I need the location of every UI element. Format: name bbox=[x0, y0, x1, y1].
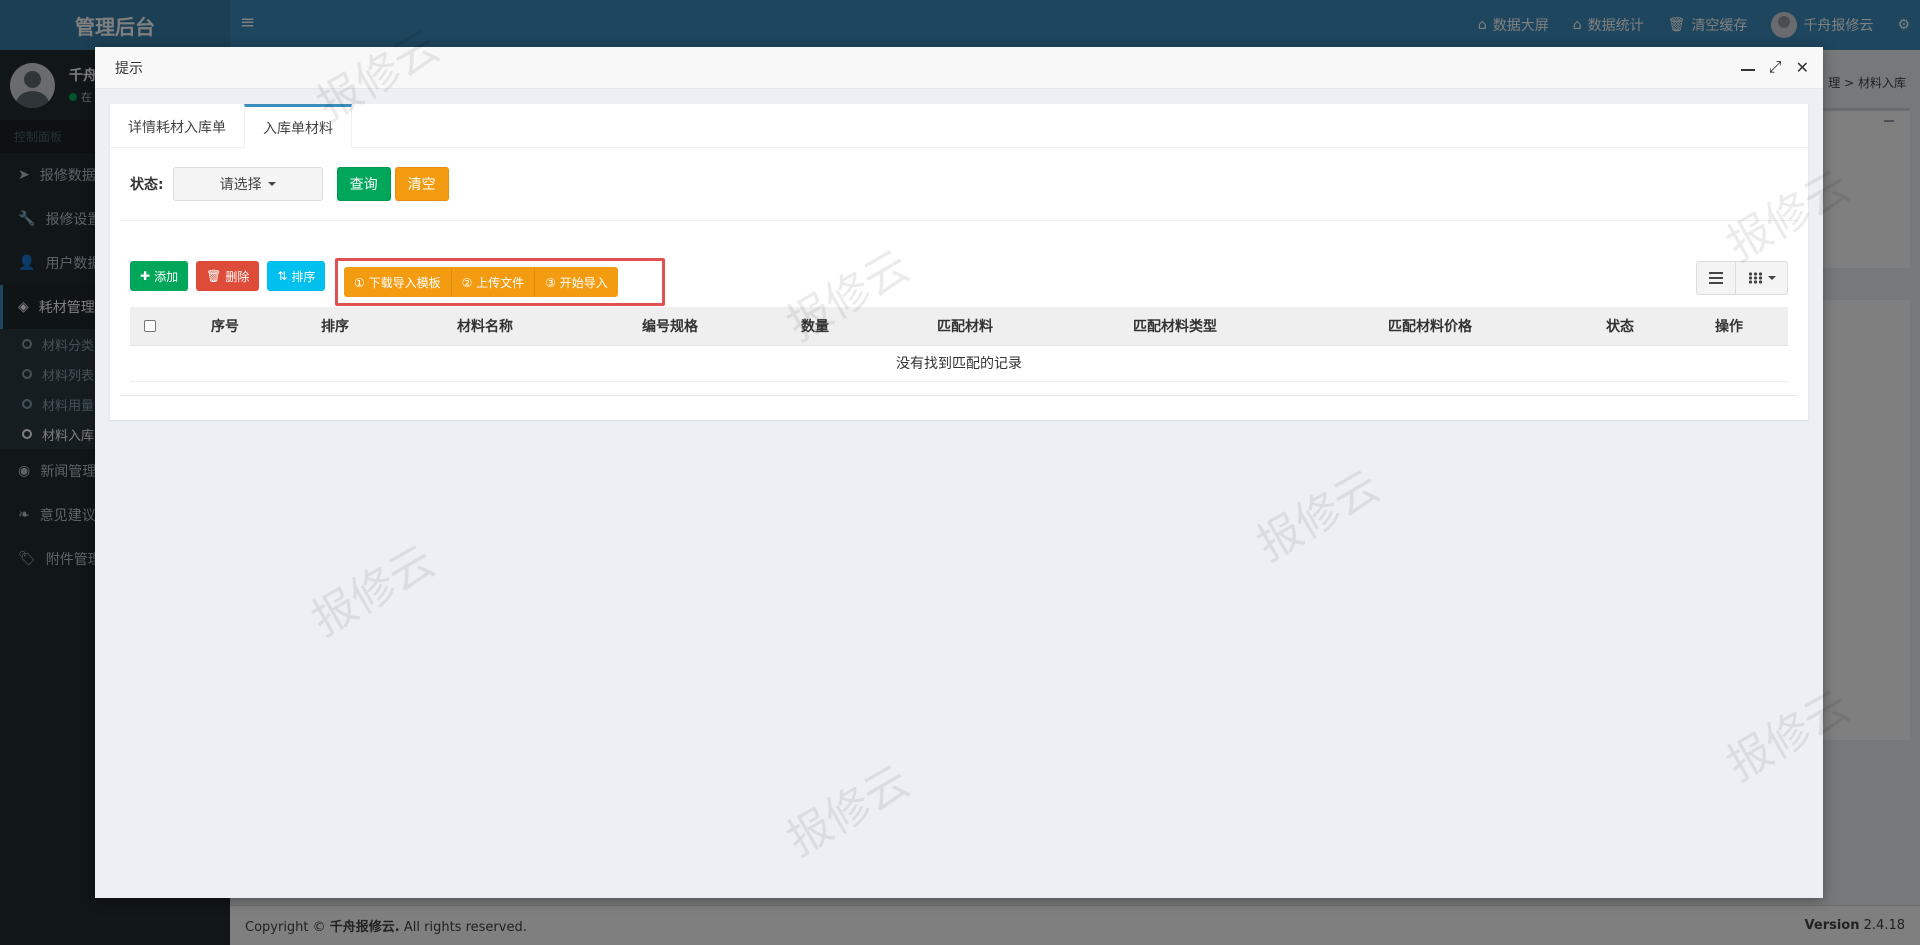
divider bbox=[120, 220, 1798, 221]
table-row: 没有找到匹配的记录 bbox=[130, 345, 1788, 382]
col-actions: 操作 bbox=[1670, 307, 1788, 346]
trash-icon: 🗑 bbox=[206, 269, 222, 283]
col-spec[interactable]: 编号规格 bbox=[580, 307, 760, 346]
status-filter-label: 状态: bbox=[130, 177, 164, 193]
col-quantity[interactable]: 数量 bbox=[760, 307, 870, 346]
modal-header[interactable]: 提示 ⤢ ✕ bbox=[95, 47, 1823, 89]
upload-file-button[interactable]: ② 上传文件 bbox=[451, 267, 536, 297]
grid-icon bbox=[1747, 272, 1762, 284]
close-icon[interactable]: ✕ bbox=[1796, 58, 1809, 77]
modal-dialog: 提示 ⤢ ✕ 详情耗材入库单 入库单材料 状态: 请选择 查询 清空 ✚ 添加 🗑… bbox=[95, 47, 1823, 898]
table-bottom-line bbox=[120, 395, 1798, 396]
select-all-checkbox[interactable] bbox=[144, 319, 156, 332]
modal-title: 提示 bbox=[115, 60, 143, 77]
sort-icon: ⇅ bbox=[277, 269, 288, 283]
list-view-button[interactable] bbox=[1696, 261, 1736, 295]
status-select[interactable]: 请选择 bbox=[172, 167, 323, 201]
tab-inbound-materials[interactable]: 入库单材料 bbox=[244, 104, 352, 148]
delete-button[interactable]: 🗑 删除 bbox=[196, 261, 260, 291]
view-toggles bbox=[1696, 261, 1788, 295]
modal-panel: 详情耗材入库单 入库单材料 状态: 请选择 查询 清空 ✚ 添加 🗑 删除 ⇅ 排序 … bbox=[110, 104, 1808, 420]
caret-down-icon bbox=[1767, 276, 1776, 280]
import-highlight-box: ① 下载导入模板 ② 上传文件 ③ 开始导入 bbox=[335, 258, 665, 306]
import-button-group: ① 下载导入模板 ② 上传文件 ③ 开始导入 bbox=[344, 267, 618, 297]
minimize-icon[interactable] bbox=[1740, 69, 1755, 71]
select-all-cell bbox=[130, 307, 170, 346]
columns-toggle-button[interactable] bbox=[1736, 261, 1788, 295]
col-matched-price[interactable]: 匹配材料价格 bbox=[1290, 307, 1570, 346]
col-material-name[interactable]: 材料名称 bbox=[390, 307, 580, 346]
caret-down-icon bbox=[267, 182, 276, 186]
table-header-row: 序号 排序 材料名称 编号规格 数量 匹配材料 匹配材料类型 匹配材料价格 状态… bbox=[130, 307, 1788, 346]
query-button[interactable]: 查询 bbox=[336, 167, 391, 201]
clear-button[interactable]: 清空 bbox=[394, 167, 449, 201]
tab-bar: 详情耗材入库单 入库单材料 bbox=[110, 104, 1808, 148]
empty-message: 没有找到匹配的记录 bbox=[130, 345, 1788, 382]
filter-form: 状态: 请选择 查询 清空 bbox=[130, 167, 449, 201]
col-matched-type[interactable]: 匹配材料类型 bbox=[1060, 307, 1290, 346]
maximize-icon[interactable]: ⤢ bbox=[1769, 57, 1782, 77]
modal-controls: ⤢ ✕ bbox=[1740, 57, 1809, 77]
download-template-button[interactable]: ① 下载导入模板 bbox=[344, 267, 452, 297]
col-status[interactable]: 状态 bbox=[1570, 307, 1670, 346]
materials-table: 序号 排序 材料名称 编号规格 数量 匹配材料 匹配材料类型 匹配材料价格 状态… bbox=[130, 307, 1788, 382]
tab-inbound-detail[interactable]: 详情耗材入库单 bbox=[110, 104, 244, 147]
sort-button[interactable]: ⇅ 排序 bbox=[267, 261, 326, 291]
add-button[interactable]: ✚ 添加 bbox=[130, 261, 189, 291]
table-toolbar: ✚ 添加 🗑 删除 ⇅ 排序 bbox=[130, 261, 326, 291]
list-icon bbox=[1709, 272, 1723, 284]
col-sort[interactable]: 排序 bbox=[280, 307, 390, 346]
col-matched-material[interactable]: 匹配材料 bbox=[870, 307, 1060, 346]
start-import-button[interactable]: ③ 开始导入 bbox=[535, 267, 618, 297]
col-index[interactable]: 序号 bbox=[170, 307, 280, 346]
plus-icon: ✚ bbox=[140, 269, 151, 283]
